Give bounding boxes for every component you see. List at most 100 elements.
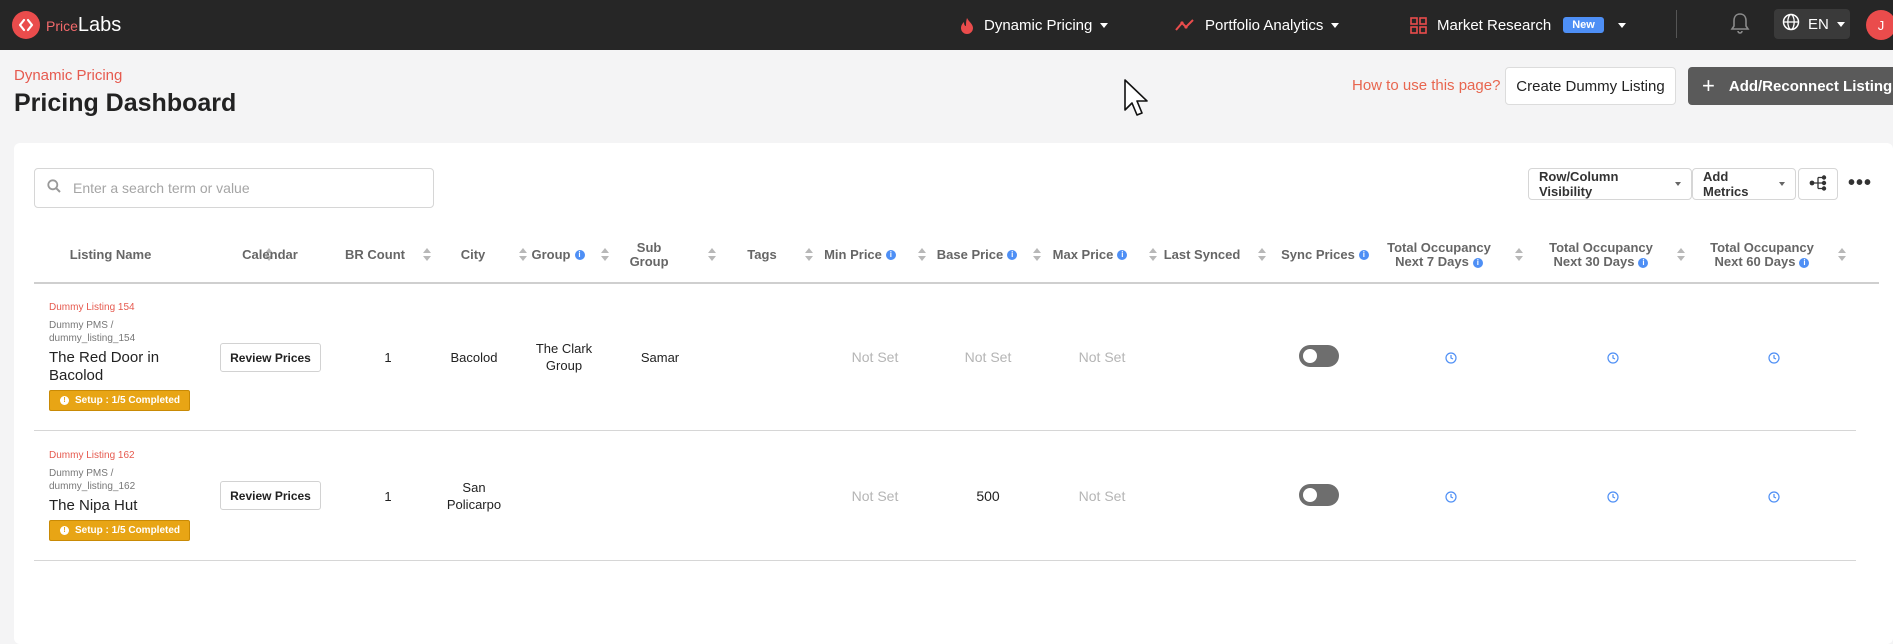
review-prices-button[interactable]: Review Prices xyxy=(220,481,321,510)
clock-icon[interactable] xyxy=(1768,490,1780,503)
dummy-listing-label[interactable]: Dummy Listing 154 xyxy=(49,302,135,313)
new-badge: New xyxy=(1563,17,1604,33)
base-price-value[interactable]: Not Set xyxy=(938,349,1038,366)
bell-icon[interactable] xyxy=(1730,12,1750,39)
header-br-count[interactable]: BR Count xyxy=(338,244,438,266)
add-reconnect-listings-button[interactable]: + Add/Reconnect Listings xyxy=(1688,67,1893,105)
clock-icon[interactable] xyxy=(1445,351,1457,364)
row-column-visibility-button[interactable]: Row/Column Visibility xyxy=(1528,168,1692,200)
clock-icon[interactable] xyxy=(1607,490,1619,503)
help-link[interactable]: How to use this page? xyxy=(1352,77,1500,94)
create-dummy-listing-button[interactable]: Create Dummy Listing xyxy=(1505,67,1676,105)
header-tags[interactable]: Tags xyxy=(730,244,830,266)
header-label: Next 60 Days xyxy=(1714,254,1796,269)
chevron-down-icon xyxy=(1331,22,1340,28)
sort-icon xyxy=(1514,247,1523,263)
header-label: Calendar xyxy=(242,247,298,262)
search-box[interactable] xyxy=(34,168,434,208)
info-icon[interactable]: i xyxy=(1799,257,1810,268)
sync-prices-toggle[interactable] xyxy=(1299,484,1339,506)
plus-icon: + xyxy=(1702,73,1715,98)
setup-status-badge[interactable]: ! Setup : 1/5 Completed xyxy=(49,520,190,541)
sync-prices-toggle[interactable] xyxy=(1299,345,1339,367)
header-base-price[interactable]: Base Price i xyxy=(934,244,1044,266)
header-label: Sub Group xyxy=(629,240,669,269)
sort-icon xyxy=(1676,247,1685,263)
search-input[interactable] xyxy=(73,180,393,196)
setup-label: Setup : 1/5 Completed xyxy=(75,395,181,406)
chevron-down-icon xyxy=(1100,22,1109,28)
header-sub-group[interactable]: Sub Group xyxy=(616,240,716,269)
add-listings-label: Add/Reconnect Listings xyxy=(1728,77,1893,95)
breadcrumb[interactable]: Dynamic Pricing xyxy=(14,67,122,84)
logo-text: PriceLabs xyxy=(46,13,122,36)
sort-icon xyxy=(600,247,609,263)
pms-label: Dummy PMS / dummy_listing_154 xyxy=(49,320,136,344)
header-label: Sync Prices xyxy=(1281,247,1355,262)
header-label: Next 7 Days xyxy=(1395,254,1469,269)
header-label: BR Count xyxy=(345,247,405,262)
pricelabs-logo[interactable]: PriceLabs xyxy=(12,11,121,39)
header-sync-prices[interactable]: Sync Prices i xyxy=(1270,244,1380,266)
header-min-price[interactable]: Min Price i xyxy=(820,244,930,266)
info-icon[interactable]: i xyxy=(1007,250,1018,260)
sort-icon xyxy=(1837,247,1846,263)
header-listing-name[interactable]: Listing Name xyxy=(34,244,274,266)
header-label: Max Price xyxy=(1052,247,1114,262)
header-occupancy-7[interactable]: Total Occupancy Next 7 Days i xyxy=(1380,240,1530,270)
listing-name[interactable]: The Red Door in Bacolod xyxy=(49,349,159,385)
listing-name[interactable]: The Nipa Hut xyxy=(49,497,137,515)
pms-label: Dummy PMS / dummy_listing_162 xyxy=(49,468,136,492)
sort-icon xyxy=(1033,247,1042,263)
user-avatar[interactable]: J xyxy=(1866,10,1893,40)
info-icon[interactable]: i xyxy=(1472,257,1483,268)
sort-icon xyxy=(422,247,431,263)
info-icon[interactable]: i xyxy=(1358,250,1369,260)
max-price-value[interactable]: Not Set xyxy=(1052,488,1152,505)
search-icon xyxy=(47,178,61,198)
mouse-cursor-icon xyxy=(1123,78,1151,123)
info-icon: ! xyxy=(60,526,69,535)
nav-market-research-label: Market Research xyxy=(1437,16,1552,34)
nav-market-research[interactable]: Market Research New xyxy=(1410,0,1626,50)
nav-portfolio-analytics[interactable]: Portfolio Analytics xyxy=(1175,0,1340,50)
info-icon[interactable]: i xyxy=(1117,250,1128,260)
language-label: EN xyxy=(1808,15,1829,33)
info-icon[interactable]: i xyxy=(574,250,585,260)
header-occupancy-30[interactable]: Total Occupancy Next 30 Days i xyxy=(1542,240,1692,270)
top-navbar: PriceLabs Dynamic Pricing Portfolio Anal… xyxy=(0,0,1893,50)
info-icon[interactable]: i xyxy=(885,250,896,260)
setup-label: Setup : 1/5 Completed xyxy=(75,525,181,536)
header-max-price[interactable]: Max Price i xyxy=(1050,244,1160,266)
hierarchy-view-button[interactable] xyxy=(1798,168,1838,200)
nav-dynamic-pricing[interactable]: Dynamic Pricing xyxy=(960,0,1109,50)
info-icon[interactable]: i xyxy=(1638,257,1649,268)
nav-divider xyxy=(1676,10,1677,38)
info-icon: ! xyxy=(60,396,69,405)
grid-icon xyxy=(1410,16,1427,34)
review-prices-button[interactable]: Review Prices xyxy=(220,343,321,372)
max-price-value[interactable]: Not Set xyxy=(1052,349,1152,366)
sort-icon xyxy=(1149,247,1158,263)
header-label: Tags xyxy=(747,247,777,262)
dummy-listing-label[interactable]: Dummy Listing 162 xyxy=(49,450,135,461)
header-label: Min Price xyxy=(824,247,882,262)
chevron-down-icon xyxy=(1675,182,1681,186)
more-options-icon[interactable]: ••• xyxy=(1848,172,1872,195)
add-metrics-button[interactable]: Add Metrics xyxy=(1692,168,1796,200)
base-price-value[interactable]: 500 xyxy=(938,488,1038,505)
header-label: City xyxy=(460,247,486,262)
header-group[interactable]: Group i xyxy=(520,244,620,266)
setup-status-badge[interactable]: ! Setup : 1/5 Completed xyxy=(49,390,190,411)
min-price-value[interactable]: Not Set xyxy=(825,349,925,366)
globe-icon xyxy=(1782,13,1800,35)
header-calendar: Calendar xyxy=(220,244,320,266)
header-last-synced[interactable]: Last Synced xyxy=(1160,244,1270,266)
clock-icon[interactable] xyxy=(1768,351,1780,364)
language-selector[interactable]: EN xyxy=(1774,9,1850,39)
header-label: Base Price xyxy=(936,247,1004,262)
clock-icon[interactable] xyxy=(1445,490,1457,503)
header-occupancy-60[interactable]: Total Occupancy Next 60 Days i xyxy=(1703,240,1853,270)
min-price-value[interactable]: Not Set xyxy=(825,488,925,505)
clock-icon[interactable] xyxy=(1607,351,1619,364)
